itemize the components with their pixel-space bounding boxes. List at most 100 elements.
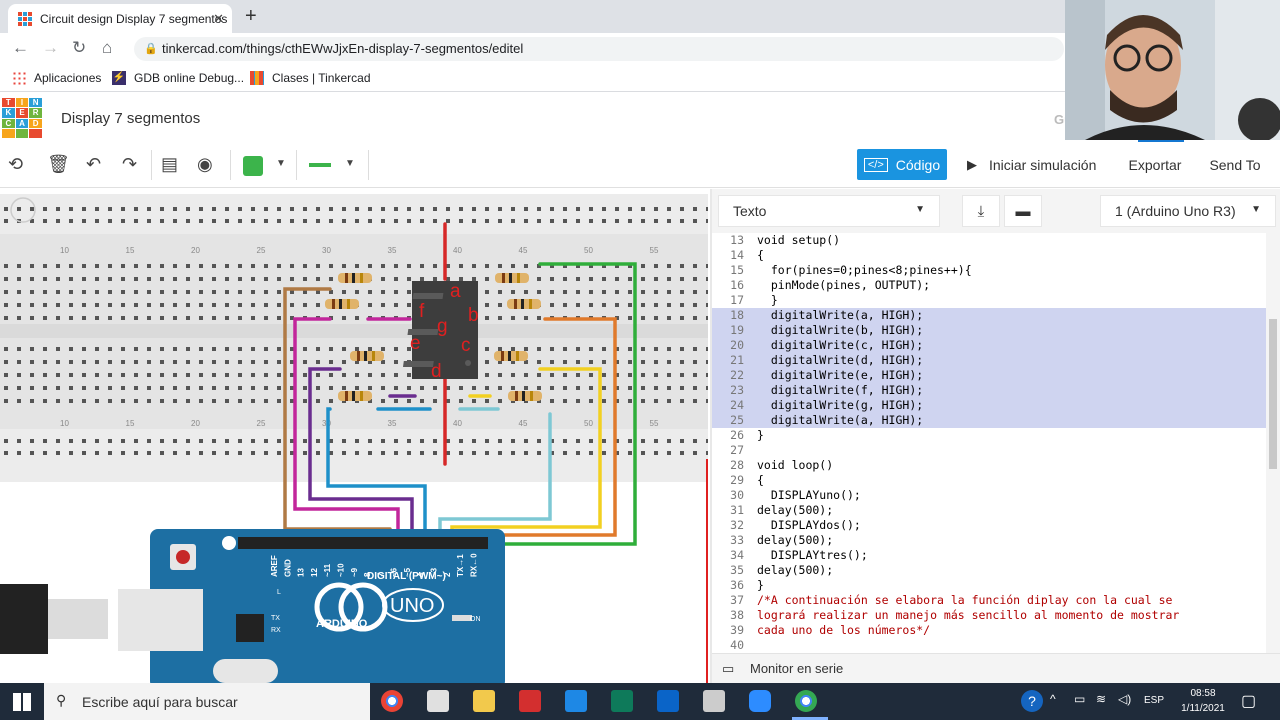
code-line[interactable]: 20 digitalWrite(c, HIGH);	[712, 338, 1268, 353]
bookmark-apps[interactable]: Aplicaciones	[12, 71, 101, 85]
download-button[interactable]: ⤓	[962, 195, 1000, 227]
code-line[interactable]: 27	[712, 443, 1268, 458]
breadboard-hole	[576, 277, 580, 281]
code-scrollbar[interactable]	[1266, 233, 1280, 653]
breadboard-hole	[654, 373, 658, 377]
breadboard-hole	[134, 439, 138, 443]
browser-tab[interactable]: Circuit design Display 7 segmentos ✕	[8, 4, 232, 33]
chrome-icon[interactable]	[381, 690, 403, 712]
breadboard-hole	[316, 303, 320, 307]
code-line[interactable]: 37 /*A continuación se elabora la función…	[712, 593, 1268, 608]
reload-icon[interactable]: ↻	[72, 38, 86, 58]
code-button[interactable]: </> Código	[857, 149, 947, 180]
code-mode-select[interactable]: Texto ▼	[718, 195, 940, 227]
code-line[interactable]: 23 digitalWrite(f, HIGH);	[712, 383, 1268, 398]
calendar-icon[interactable]	[565, 690, 587, 712]
taskbar-search-input[interactable]: ⚲ Escribe aquí para buscar	[44, 683, 370, 720]
redo-icon[interactable]: ↷	[122, 154, 137, 175]
code-line[interactable]: 31 delay(500);	[712, 503, 1268, 518]
code-line[interactable]: 25 digitalWrite(a, HIGH);	[712, 413, 1268, 428]
code-line[interactable]: 21 digitalWrite(d, HIGH);	[712, 353, 1268, 368]
notes-icon[interactable]: ▤	[161, 154, 178, 175]
windows-start-icon[interactable]	[13, 693, 31, 711]
send-to-button[interactable]: Send To	[1200, 149, 1270, 180]
breadboard-hole	[706, 219, 708, 223]
bookmark-gdb[interactable]: ⚡ GDB online Debug...	[112, 71, 244, 85]
code-line[interactable]: 39 cada uno de los números*/	[712, 623, 1268, 638]
code-line[interactable]: 26}	[712, 428, 1268, 443]
serial-monitor-bar[interactable]: ▭ Monitor en serie	[712, 653, 1280, 683]
breadboard-hole	[680, 207, 684, 211]
chrome-profile-icon[interactable]	[795, 690, 817, 712]
notifications-icon[interactable]: ▢	[1241, 691, 1256, 711]
wire-color-swatch[interactable]	[243, 156, 263, 176]
code-line[interactable]: 38 logrará realizar un manejo más sencill…	[712, 608, 1268, 623]
code-editor[interactable]: 13 void setup() 14 {15 for(pines=0;pines<8;…	[712, 233, 1268, 653]
acrobat-icon[interactable]	[519, 690, 541, 712]
chevron-down-icon[interactable]: ▼	[345, 158, 355, 169]
breadboard-hole	[108, 264, 112, 268]
code-line[interactable]: 17 }	[712, 293, 1268, 308]
code-line[interactable]: 33 delay(500);	[712, 533, 1268, 548]
undo-icon[interactable]: ↶	[86, 154, 101, 175]
bookmark-tinkercad[interactable]: Clases | Tinkercad	[250, 71, 371, 85]
network-icon[interactable]: ▭	[1074, 692, 1085, 706]
breadboard-hole	[264, 399, 268, 403]
code-line[interactable]: 34 DISPLAYtres();	[712, 548, 1268, 563]
language-indicator[interactable]: ESP	[1144, 695, 1164, 706]
document-title[interactable]: Display 7 segmentos	[61, 110, 200, 127]
help-icon[interactable]: ?	[1021, 690, 1043, 712]
zoom-icon[interactable]	[749, 690, 771, 712]
wifi-icon[interactable]: ≋	[1096, 692, 1106, 706]
close-tab-icon[interactable]: ✕	[213, 11, 224, 27]
code-line[interactable]: 29 {	[712, 473, 1268, 488]
code-line[interactable]: 28 void loop()	[712, 458, 1268, 473]
home-icon[interactable]: ⌂	[102, 38, 112, 58]
libraries-button[interactable]: ▬	[1004, 195, 1042, 227]
app-icon[interactable]	[611, 690, 633, 712]
breadboard-hole	[394, 207, 398, 211]
taskbar-clock[interactable]: 08:58 1/11/2021	[1168, 686, 1238, 716]
code-line[interactable]: 35 delay(500);	[712, 563, 1268, 578]
code-line[interactable]: 16 pinMode(pines, OUTPUT);	[712, 278, 1268, 293]
line-number: 29	[730, 473, 744, 487]
export-button[interactable]: Exportar	[1116, 149, 1194, 180]
board-select[interactable]: 1 (Arduino Uno R3) ▼	[1100, 195, 1276, 227]
circuit-canvas[interactable]: 10 10 15 15 20 20 25 25 30 30 35 35 40 40 45 45 50 50 55 55	[0, 189, 708, 683]
scrollbar-thumb[interactable]	[1269, 319, 1277, 469]
back-icon[interactable]: ←	[12, 38, 29, 58]
outlook-icon[interactable]	[657, 690, 679, 712]
code-line[interactable]: 18 digitalWrite(a, HIGH);	[712, 308, 1268, 323]
start-simulation-button[interactable]: ▶ Iniciar simulación	[955, 149, 1105, 180]
url-input[interactable]: 🔒 tinkercad.com/things/cthEWwJjxEn-displ…	[134, 37, 1064, 61]
eye-icon[interactable]: ◉	[197, 154, 213, 175]
delete-icon[interactable]: 🗑	[47, 154, 70, 175]
volume-icon[interactable]: ◁)	[1118, 692, 1131, 706]
code-line[interactable]: 14 {	[712, 248, 1268, 263]
code-line[interactable]: 19 digitalWrite(b, HIGH);	[712, 323, 1268, 338]
forward-icon[interactable]: →	[42, 38, 59, 58]
code-line[interactable]: 30 DISPLAYuno();	[712, 488, 1268, 503]
code-line[interactable]: 22 digitalWrite(e, HIGH);	[712, 368, 1268, 383]
breadboard-hole	[225, 316, 229, 320]
code-line[interactable]: 24 digitalWrite(g, HIGH);	[712, 398, 1268, 413]
breadboard-hole	[693, 277, 697, 281]
breadboard-hole	[134, 451, 138, 455]
tinkercad-logo[interactable]: TIN KER CAD	[2, 98, 42, 138]
rotate-icon[interactable]: ⟲	[8, 154, 23, 175]
new-tab-icon[interactable]: +	[245, 5, 257, 28]
chevron-up-icon[interactable]: ^	[1050, 692, 1056, 706]
wire-style-icon[interactable]	[309, 163, 331, 167]
file-explorer-icon[interactable]	[473, 690, 495, 712]
code-line[interactable]: 13 void setup()	[712, 233, 1268, 248]
breadboard-hole	[628, 360, 632, 364]
calculator-icon[interactable]	[703, 690, 725, 712]
code-line[interactable]: 32 DISPLAYdos();	[712, 518, 1268, 533]
code-line[interactable]: 36}	[712, 578, 1268, 593]
code-line[interactable]: 15 for(pines=0;pines<8;pines++){	[712, 263, 1268, 278]
circuit-drawing[interactable]: 1010151520202525303035354040454550505555	[0, 189, 708, 683]
arduino-label: ARDUINO	[316, 618, 368, 630]
chevron-down-icon[interactable]: ▼	[276, 158, 286, 169]
code-line[interactable]: 40	[712, 638, 1268, 653]
paint-icon[interactable]	[427, 690, 449, 712]
